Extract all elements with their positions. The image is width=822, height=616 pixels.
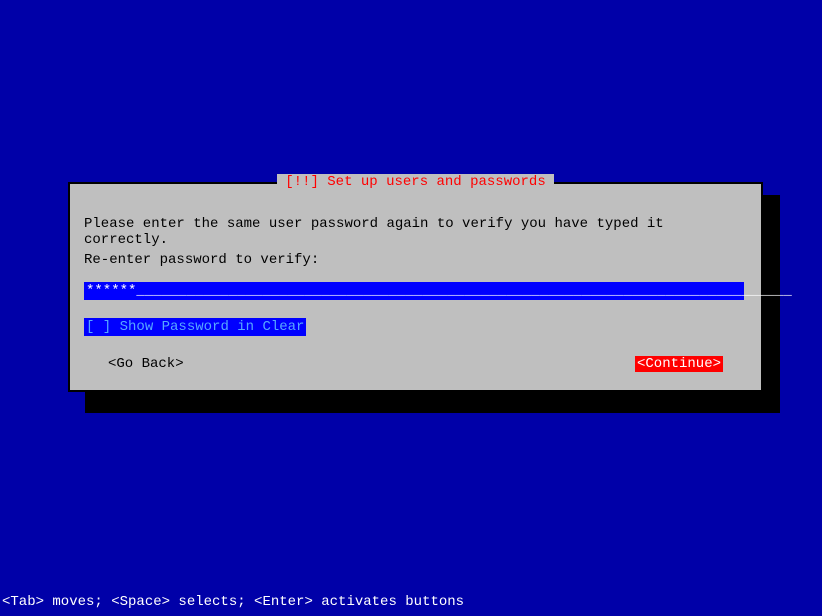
checkbox-label: Show Password in Clear [120,319,305,335]
prompt-text: Re-enter password to verify: [84,252,747,268]
footer-help-text: <Tab> moves; <Space> selects; <Enter> ac… [2,594,464,610]
password-dialog: [!!] Set up users and passwords Please e… [68,182,763,392]
dialog-title: [!!] Set up users and passwords [277,174,553,190]
button-row: <Go Back> <Continue> [84,356,747,372]
go-back-button[interactable]: <Go Back> [108,356,184,372]
checkbox-box-icon: [ ] [86,319,111,335]
password-masked-value: ******__________________________________… [86,283,792,299]
dialog-priority-icon: [!!] [285,174,319,190]
password-input[interactable]: ******__________________________________… [84,282,744,300]
dialog-title-bar: [!!] Set up users and passwords [70,174,761,190]
show-password-checkbox[interactable]: [ ] Show Password in Clear [84,318,306,336]
instruction-text: Please enter the same user password agai… [84,216,747,248]
dialog-title-text: Set up users and passwords [327,174,545,190]
dialog-content: Please enter the same user password agai… [70,184,761,386]
continue-button[interactable]: <Continue> [635,356,723,372]
